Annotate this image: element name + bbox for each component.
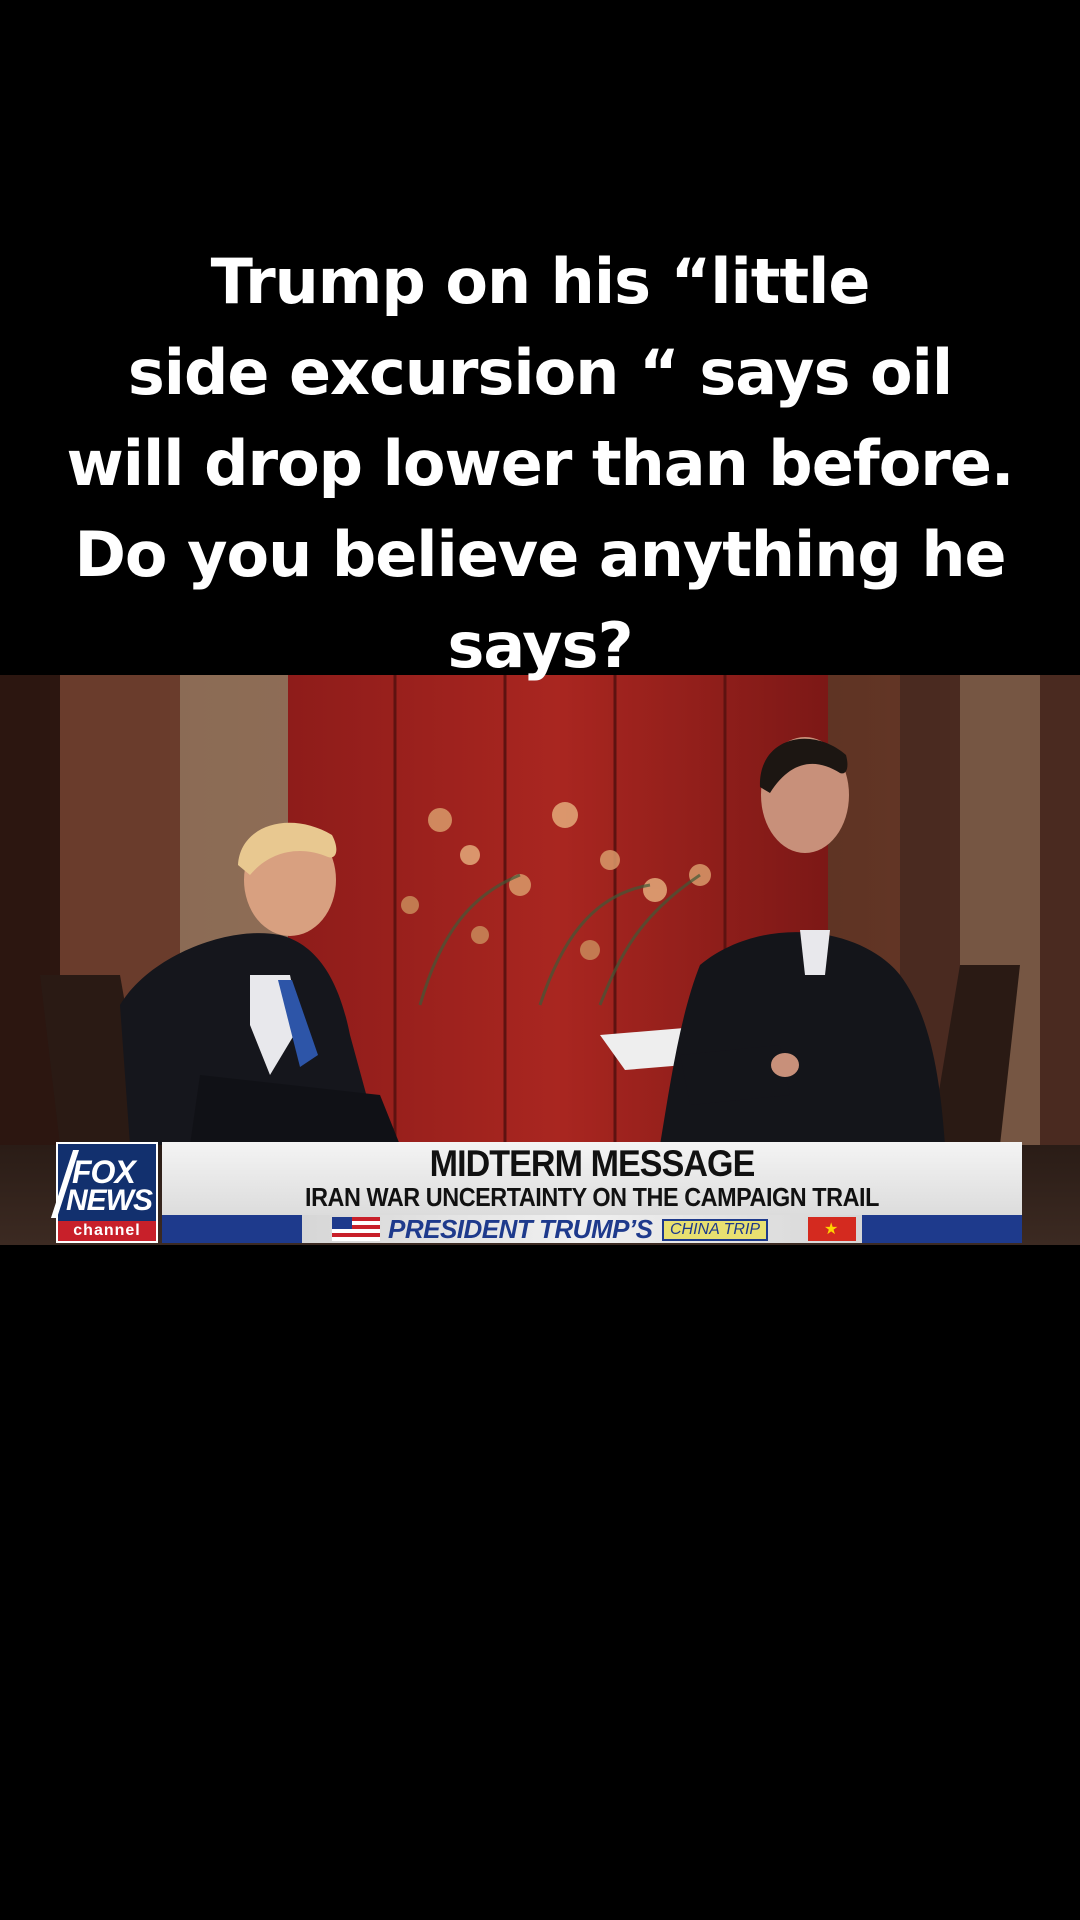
caption-line: says? [447, 609, 633, 682]
chyron-banner: MIDTERM MESSAGE IRAN WAR UNCERTAINTY ON … [162, 1142, 1022, 1243]
us-flag-icon [332, 1217, 380, 1241]
logo-bottom-text: NEWS [66, 1184, 153, 1217]
video-caption: Trump on his “little side excursion “ sa… [40, 236, 1040, 691]
caption-line: Trump on his “little [210, 245, 871, 318]
china-flag-icon [808, 1217, 856, 1241]
strip-text: PRESIDENT TRUMP’S [388, 1214, 653, 1244]
chyron-headline: MIDTERM MESSAGE [429, 1143, 756, 1184]
news-lower-third: FOX NEWS channel MIDTERM MESSAGE IRAN WA… [50, 1142, 1022, 1243]
strip-tag: CHINA TRIP [662, 1219, 769, 1241]
fox-news-logo: FOX NEWS channel [50, 1142, 158, 1243]
caption-line: side excursion “ says oil [127, 336, 953, 409]
caption-line: will drop lower than before. [66, 427, 1015, 500]
caption-line: Do you believe anything he [74, 518, 1006, 591]
chyron-panel: MIDTERM MESSAGE IRAN WAR UNCERTAINTY ON … [162, 1142, 1022, 1215]
logo-channel-text: channel [58, 1221, 156, 1241]
chyron-subheadline: IRAN WAR UNCERTAINTY ON THE CAMPAIGN TRA… [305, 1182, 879, 1212]
chyron-strip: PRESIDENT TRUMP’S CHINA TRIP [162, 1215, 1022, 1243]
